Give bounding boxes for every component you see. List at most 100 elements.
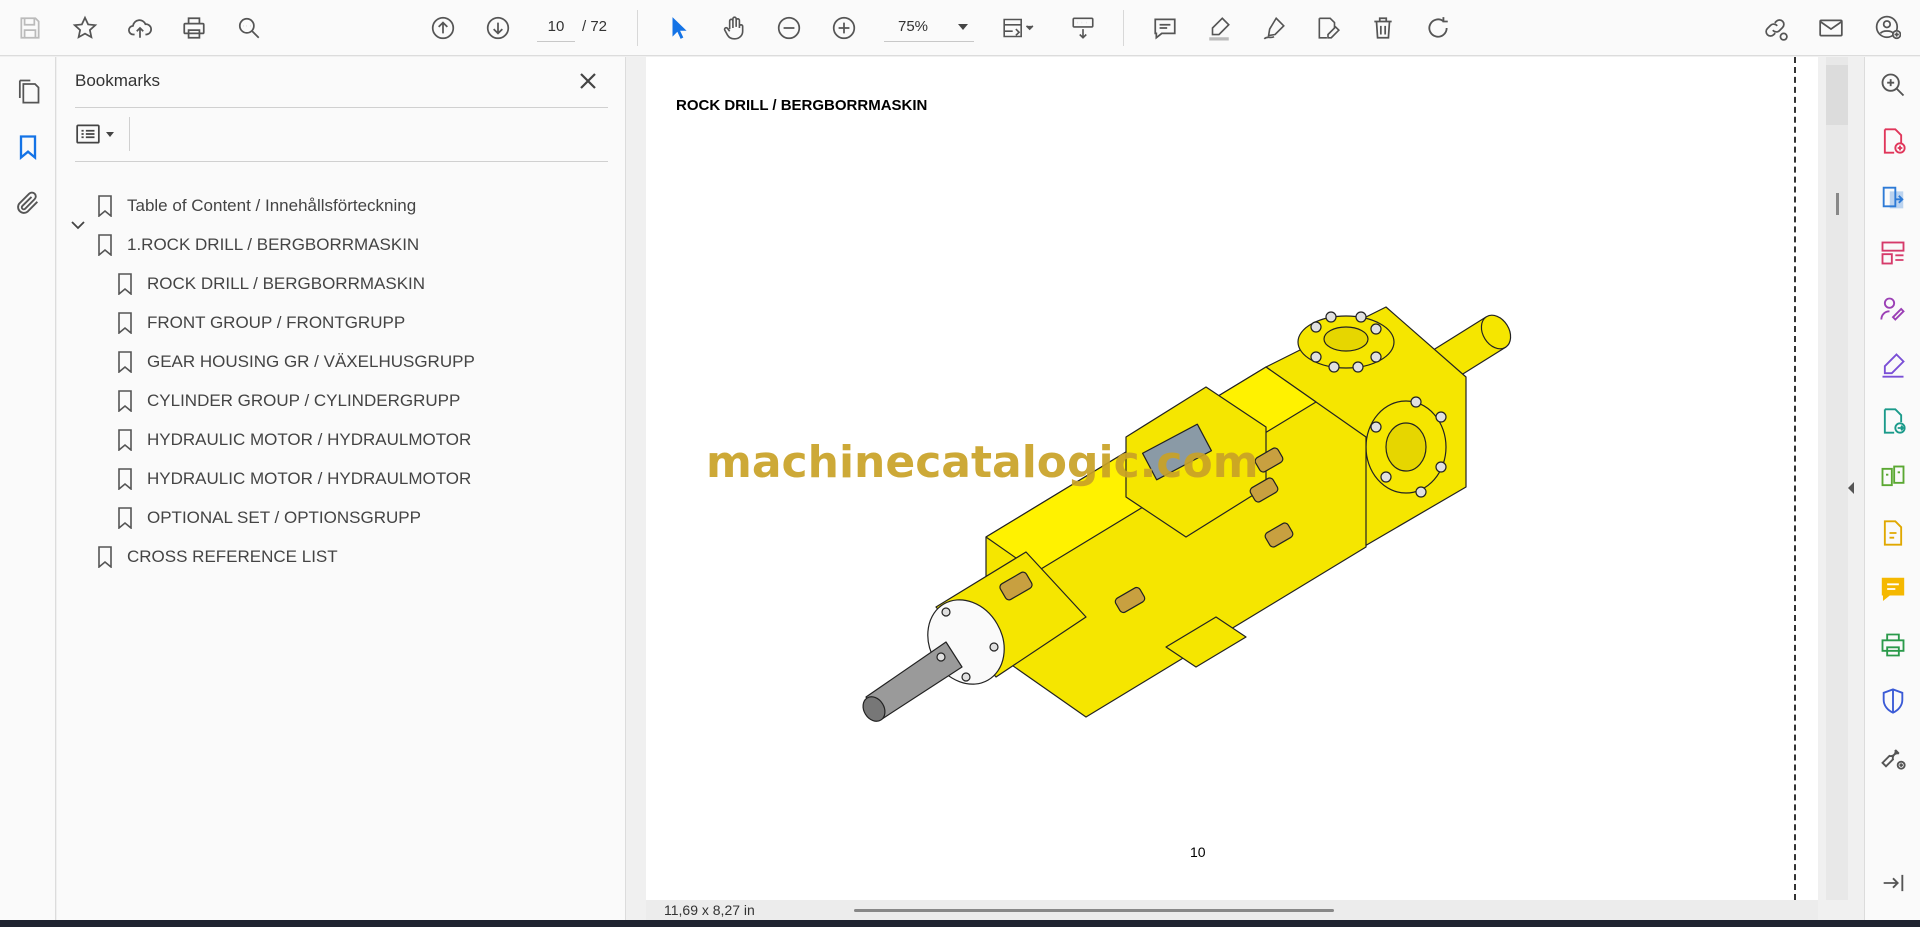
fill-sign-icon[interactable]	[1875, 347, 1911, 383]
bookmark-label: CYLINDER GROUP / CYLINDERGRUPP	[147, 391, 461, 410]
bookmark-label: OPTIONAL SET / OPTIONSGRUPP	[147, 508, 421, 527]
vertical-scrollbar[interactable]	[1826, 57, 1848, 900]
scroll-mode-icon[interactable]	[1065, 10, 1101, 46]
select-pointer-icon[interactable]	[661, 10, 697, 46]
bookmark-item[interactable]: 1.ROCK DRILL / BERGBORRMASKIN	[97, 227, 419, 263]
bookmark-item[interactable]: ROCK DRILL / BERGBORRMASKIN	[117, 266, 425, 302]
print-production-icon[interactable]	[1875, 627, 1911, 663]
bookmark-label: HYDRAULIC MOTOR / HYDRAULMOTOR	[147, 469, 472, 488]
organize-pages-icon[interactable]	[1875, 235, 1911, 271]
previous-page-icon[interactable]	[425, 10, 461, 46]
draw-pen-icon[interactable]	[1256, 10, 1292, 46]
top-toolbar: / 72 75%	[0, 0, 1920, 56]
status-bar: 11,69 x 8,27 in	[646, 900, 1818, 920]
request-signatures-icon[interactable]	[1875, 291, 1911, 327]
more-tools-icon[interactable]	[1875, 739, 1911, 775]
collapse-tools-icon[interactable]	[1875, 865, 1911, 901]
bookmark-item[interactable]: Table of Content / Innehållsförteckning	[97, 188, 416, 224]
rock-drill-illustration	[862, 306, 1512, 722]
next-page-icon[interactable]	[480, 10, 516, 46]
save-icon[interactable]	[12, 10, 48, 46]
attachment-icon[interactable]	[10, 185, 46, 221]
edit-pdf-icon[interactable]	[1875, 515, 1911, 551]
zoom-level-dropdown[interactable]: 75%	[884, 12, 974, 42]
caret-down-icon	[106, 132, 114, 137]
os-taskbar	[0, 920, 1920, 927]
send-for-review-icon[interactable]	[1875, 403, 1911, 439]
toolbar-divider	[637, 10, 638, 46]
page-number: 10	[1190, 844, 1206, 860]
scrollbar-thumb[interactable]	[1826, 65, 1848, 125]
watermark-text: machinecatalogic.com	[706, 437, 1259, 488]
bookmark-icon	[118, 468, 132, 490]
bookmark-item[interactable]: OPTIONAL SET / OPTIONSGRUPP	[117, 500, 421, 536]
bookmarks-panel: Bookmarks Table of Content / Innehållsfö…	[57, 57, 626, 920]
toolbar-divider	[1123, 10, 1124, 46]
zoom-in-icon[interactable]	[826, 10, 862, 46]
comment-icon[interactable]	[1147, 10, 1183, 46]
left-nav-rail	[0, 57, 56, 920]
page-heading: ROCK DRILL / BERGBORRMASKIN	[676, 97, 928, 114]
bookmark-icon	[98, 546, 112, 568]
zoom-level-value: 75%	[898, 18, 929, 35]
scrollbar-grip[interactable]	[1836, 193, 1839, 215]
edit-text-icon[interactable]	[1310, 10, 1346, 46]
right-tools-rail	[1864, 57, 1920, 920]
bookmark-options-button[interactable]	[75, 119, 127, 149]
star-icon[interactable]	[67, 10, 103, 46]
bookmark-item[interactable]: GEAR HOUSING GR / VÄXELHUSGRUPP	[117, 344, 475, 380]
bookmark-label: 1.ROCK DRILL / BERGBORRMASKIN	[127, 235, 420, 254]
find-text-icon[interactable]	[231, 10, 267, 46]
bookmark-icon	[118, 351, 132, 373]
bookmark-label: HYDRAULIC MOTOR / HYDRAULMOTOR	[147, 430, 472, 449]
page-total-label: / 72	[582, 18, 608, 35]
bookmark-item[interactable]: CROSS REFERENCE LIST	[97, 539, 338, 575]
collapse-right-panel-icon[interactable]	[1846, 478, 1856, 498]
export-pdf-icon[interactable]	[1875, 179, 1911, 215]
bookmark-label: FRONT GROUP / FRONTGRUPP	[147, 313, 406, 332]
page-size-label: 11,69 x 8,27 in	[664, 902, 755, 918]
upload-cloud-icon[interactable]	[122, 10, 158, 46]
divider	[75, 107, 608, 108]
compare-files-icon[interactable]	[1875, 459, 1911, 495]
page-fit-icon[interactable]	[994, 10, 1042, 46]
delete-icon[interactable]	[1365, 10, 1401, 46]
bookmarks-panel-title: Bookmarks	[75, 71, 161, 90]
zoom-search-icon[interactable]	[1875, 67, 1911, 103]
hand-tool-icon[interactable]	[716, 10, 752, 46]
document-viewport[interactable]: ROCK DRILL / BERGBORRMASKIN machinecatal…	[626, 57, 1864, 920]
bookmark-label: Table of Content / Innehållsförteckning	[127, 196, 417, 215]
page-edge-marker	[1794, 57, 1796, 900]
bookmark-icon	[118, 312, 132, 334]
print-icon[interactable]	[176, 10, 212, 46]
divider	[75, 161, 608, 162]
bookmark-label: ROCK DRILL / BERGBORRMASKIN	[147, 274, 426, 293]
create-pdf-icon[interactable]	[1875, 123, 1911, 159]
bookmark-item[interactable]: HYDRAULIC MOTOR / HYDRAULMOTOR	[117, 422, 471, 458]
horizontal-scrollbar[interactable]	[854, 909, 1334, 912]
close-icon[interactable]	[576, 69, 600, 93]
page-number-input[interactable]	[537, 12, 575, 42]
email-icon[interactable]	[1813, 10, 1849, 46]
divider	[129, 117, 130, 151]
bookmark-icon[interactable]	[10, 129, 46, 165]
user-account-icon[interactable]	[1870, 10, 1906, 46]
protect-shield-icon[interactable]	[1875, 683, 1911, 719]
bookmark-item[interactable]: CYLINDER GROUP / CYLINDERGRUPP	[117, 383, 460, 419]
share-link-icon[interactable]	[1757, 10, 1793, 46]
zoom-out-icon[interactable]	[771, 10, 807, 46]
chevron-down-icon	[958, 24, 968, 30]
bookmark-icon	[118, 507, 132, 529]
comment-tool-icon[interactable]	[1875, 571, 1911, 607]
bookmark-item[interactable]: HYDRAULIC MOTOR / HYDRAULMOTOR	[117, 461, 471, 497]
rotate-icon[interactable]	[1420, 10, 1456, 46]
bookmark-label: GEAR HOUSING GR / VÄXELHUSGRUPP	[147, 352, 475, 371]
bookmark-icon	[118, 390, 132, 412]
highlight-pen-icon[interactable]	[1201, 10, 1237, 46]
page-thumbnails-icon[interactable]	[10, 73, 46, 109]
bookmark-icon	[98, 195, 112, 217]
bookmark-item[interactable]: FRONT GROUP / FRONTGRUPP	[117, 305, 405, 341]
bookmark-label: CROSS REFERENCE LIST	[127, 547, 338, 566]
chevron-down-icon[interactable]	[69, 216, 87, 234]
list-options-icon	[76, 124, 100, 144]
